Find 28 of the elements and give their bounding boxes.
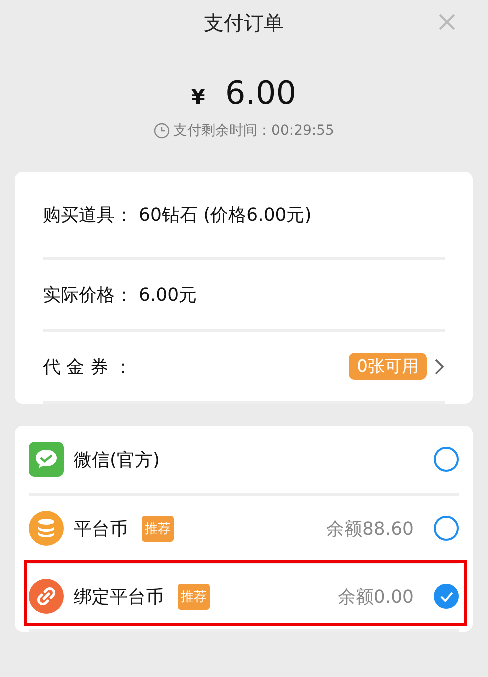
payment-name: 平台币 <box>74 518 128 540</box>
coin-stack-icon <box>29 511 64 546</box>
link-icon <box>29 579 64 614</box>
amount-value: 6.00 <box>225 74 297 112</box>
checkmark-icon <box>440 590 454 602</box>
radio-button[interactable] <box>434 584 459 609</box>
countdown-text: 支付剩余时间：00:29:55 <box>174 122 334 140</box>
field-value: 6.00元 <box>139 284 198 306</box>
field-label: 代 金 券 ： <box>43 356 132 378</box>
radio-button[interactable] <box>434 447 459 472</box>
chat-bubble-icon <box>29 442 64 477</box>
payment-option[interactable]: 微信(官方) <box>29 426 459 496</box>
chevron-right-icon[interactable] <box>433 358 445 376</box>
balance-text: 余额88.60 <box>326 518 414 540</box>
field-label: 购买道具： <box>43 204 133 226</box>
payment-name: 微信(官方) <box>74 448 160 472</box>
clock-icon <box>154 123 170 139</box>
radio-button[interactable] <box>434 516 459 541</box>
balance-text: 余额0.00 <box>338 586 414 608</box>
payment-option[interactable]: 平台币 推荐 余额88.60 <box>29 496 459 564</box>
dialog-title: 支付订单 <box>204 10 284 36</box>
field-value: 60钻石 (价格6.00元) <box>139 204 312 226</box>
payment-option[interactable]: 绑定平台币 推荐 余额0.00 <box>29 564 459 632</box>
currency-symbol: ¥ <box>191 85 206 109</box>
recommend-tag: 推荐 <box>142 516 174 542</box>
field-label: 实际价格： <box>43 284 133 306</box>
recommend-tag: 推荐 <box>178 584 210 610</box>
payment-name: 绑定平台币 <box>74 586 164 608</box>
